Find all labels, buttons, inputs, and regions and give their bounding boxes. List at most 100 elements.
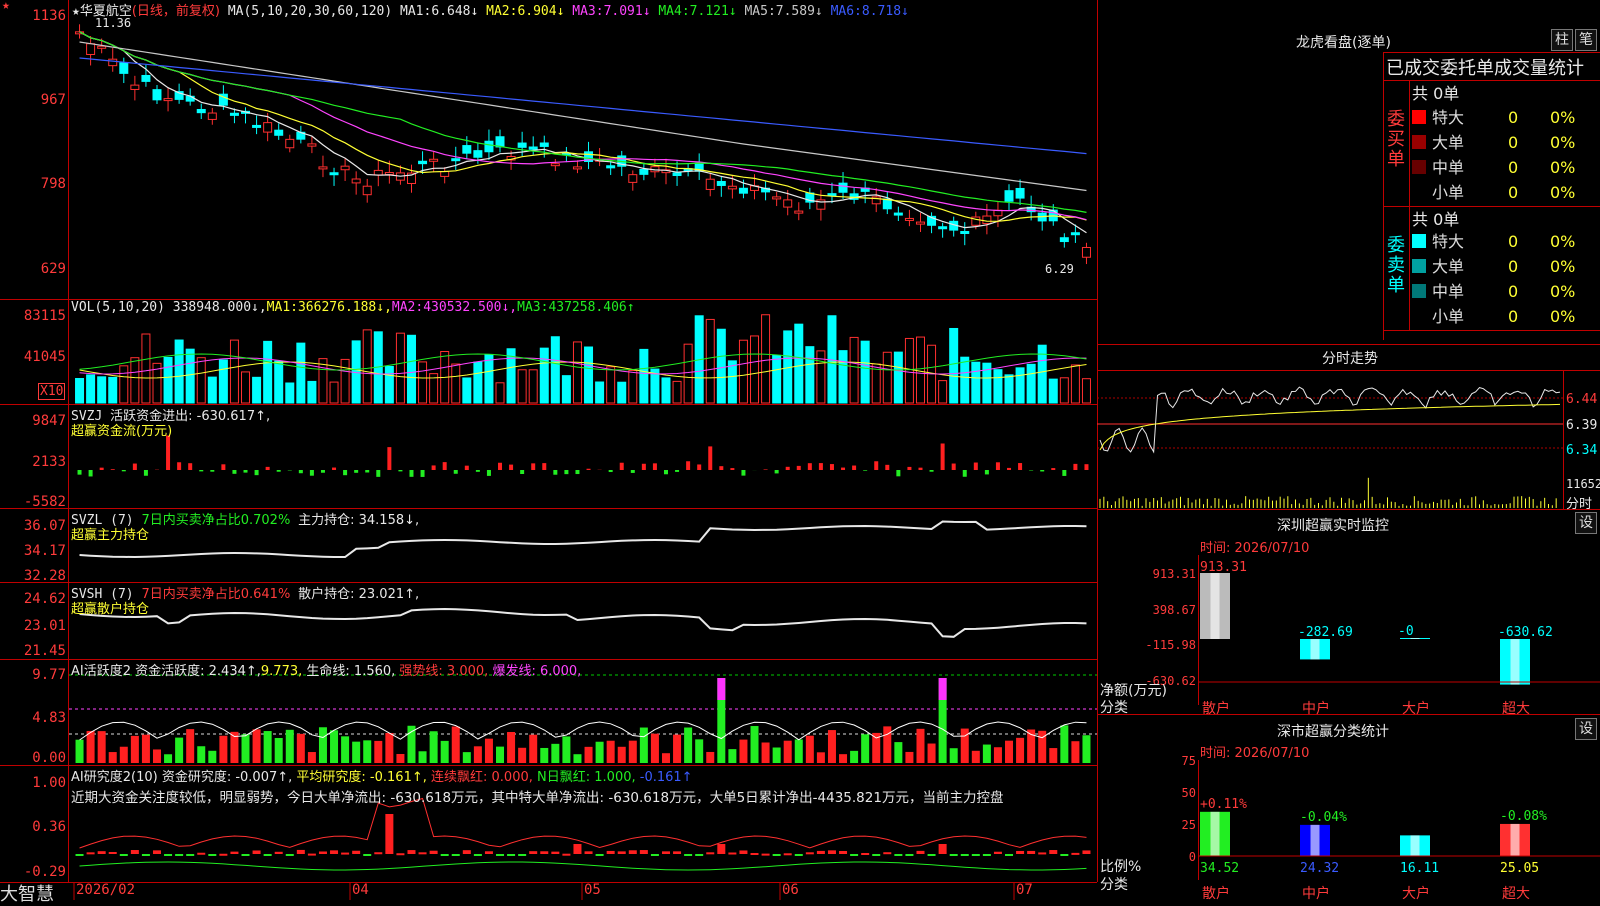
category-label: 超大: [1502, 883, 1530, 903]
activity-bar: [452, 726, 460, 763]
buy-row-0: 特大00%: [1412, 106, 1600, 130]
candle-body: [264, 123, 272, 132]
volume-bar: [1027, 364, 1035, 403]
candle-body: [1071, 233, 1079, 235]
fund-flow-bar: [730, 468, 734, 470]
activity-bar: [618, 747, 626, 763]
low-price-label: 6.29: [1045, 262, 1074, 276]
volume-bar: [407, 335, 415, 403]
research-bar: [828, 850, 836, 854]
fund-flow-bar: [188, 463, 192, 470]
volume-bar: [164, 357, 172, 403]
color-swatch: [1412, 259, 1426, 273]
fund-flow-bar: [1018, 463, 1022, 470]
buy-row-2: 中单00%: [1412, 156, 1600, 180]
candle-body: [230, 113, 238, 115]
tick-view-button[interactable]: 笔: [1575, 29, 1597, 51]
research-bar: [673, 851, 681, 854]
fund-flow-bar: [1040, 470, 1044, 471]
svzl-subtitle: 超赢主力持仓: [71, 524, 149, 543]
research-bar: [264, 854, 272, 856]
order-size-label: 中单: [1432, 282, 1464, 301]
ma6-label: MA6:: [831, 4, 862, 19]
research-bar: [540, 851, 548, 854]
volume-bar: [330, 382, 338, 403]
fund-flow-bar: [1073, 464, 1077, 470]
candle-body: [1060, 238, 1068, 242]
fund-flow-bar: [885, 465, 889, 470]
category-label: 大户: [1402, 883, 1430, 903]
research-bar: [751, 853, 759, 855]
volume-bar: [1082, 379, 1090, 403]
volume-bar: [939, 381, 947, 403]
period-label[interactable]: (日线，前复权): [132, 4, 220, 19]
dragon-title: 龙虎看盘(逐单): [1296, 32, 1391, 52]
svzj-subtitle: 超赢资金流(万元): [71, 420, 172, 439]
candle-body: [916, 222, 924, 224]
category-label: 超大: [1502, 698, 1530, 718]
category-bar-highlight: [1211, 573, 1220, 639]
activity-bar: [253, 729, 261, 763]
volume-bar: [762, 315, 770, 403]
fund-flow-bar: [332, 468, 336, 470]
research-bar: [87, 852, 95, 854]
volume-bar: [419, 362, 427, 403]
research-bar: [98, 851, 106, 854]
fund-flow-bar: [432, 465, 436, 470]
activity-bar: [374, 741, 382, 763]
candle-body: [573, 167, 581, 169]
classify-settings-button[interactable]: 设: [1575, 718, 1597, 740]
monitor-settings-button[interactable]: 设: [1575, 512, 1597, 534]
fund-flow-bar: [520, 470, 524, 474]
fund-flow-bar: [299, 470, 303, 473]
activity-bar: [385, 733, 393, 763]
research-bar: [773, 854, 781, 856]
ai-research-last: -0.161↑: [640, 770, 693, 785]
ai-research-value: 资金研究度: -0.007↑,: [162, 770, 292, 785]
research-bar: [186, 854, 194, 856]
research-bar: [872, 854, 880, 856]
activity-bar: [297, 734, 305, 763]
volume-bar: [883, 352, 891, 403]
activity-bar: [308, 752, 316, 763]
category-label: 散户: [1202, 883, 1230, 903]
activity-bar: [463, 752, 471, 763]
candle-body: [784, 200, 792, 207]
research-bar: [1038, 852, 1046, 854]
fund-flow-bar: [476, 470, 480, 472]
research-bar: [883, 852, 891, 854]
category-bar-highlight: [1211, 812, 1220, 856]
activity-bar: [751, 726, 759, 763]
fund-flow-bar: [631, 470, 635, 473]
column-view-button[interactable]: 柱: [1551, 29, 1573, 51]
activity-bar: [142, 735, 150, 763]
research-bar: [1082, 850, 1090, 854]
activity-bar: [596, 742, 604, 763]
volume-bar: [1071, 365, 1079, 403]
activity-bar: [972, 751, 980, 763]
volume-bar: [1005, 375, 1013, 403]
ma1-value: 6.648↓: [431, 4, 478, 19]
order-count: 0: [1508, 131, 1518, 155]
candle-body: [142, 75, 150, 81]
fund-flow-bar: [553, 470, 557, 475]
fund-flow-bar: [841, 468, 845, 470]
fund-flow-bar: [741, 470, 745, 476]
activity-bar: [673, 735, 681, 763]
chart-plots[interactable]: 913.31-282.69-0-630.6234.52+0.11%24.32-0…: [0, 0, 1600, 900]
volume-bar: [795, 324, 803, 403]
activity-bar: [585, 747, 593, 763]
bar-value-label: 16.11: [1400, 861, 1439, 876]
research-bar: [706, 852, 714, 854]
fund-flow-bar: [686, 461, 690, 470]
research-bar: [197, 853, 205, 855]
fund-flow-bar: [653, 463, 657, 470]
bar-value-label: 913.31: [1200, 560, 1247, 575]
research-bar: [109, 852, 117, 854]
fund-flow-bar: [830, 464, 834, 470]
activity-bar: [916, 729, 924, 763]
volume-bar: [341, 359, 349, 403]
research-bar: [1016, 851, 1024, 854]
volume-bar: [573, 342, 581, 403]
candle-body: [374, 170, 382, 174]
